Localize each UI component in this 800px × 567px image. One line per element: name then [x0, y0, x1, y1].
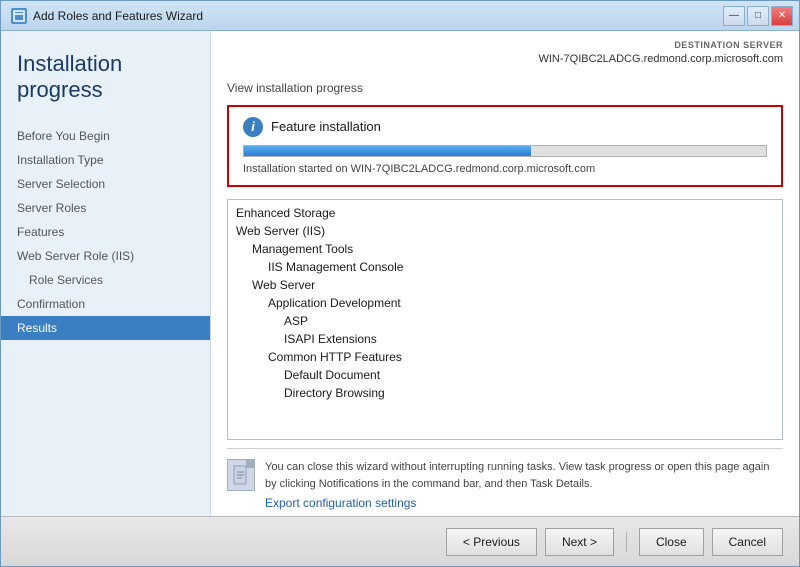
list-item: Enhanced Storage: [228, 204, 782, 222]
sidebar-item-before-you-begin[interactable]: Before You Begin: [1, 124, 210, 148]
content-area: Installation progress Before You BeginIn…: [1, 31, 799, 516]
list-item: ISAPI Extensions: [228, 330, 782, 348]
export-configuration-link[interactable]: Export configuration settings: [265, 496, 416, 510]
title-bar: Add Roles and Features Wizard — □ ✕: [1, 1, 799, 31]
main-window: Add Roles and Features Wizard — □ ✕ Inst…: [0, 0, 800, 567]
info-text-area: You can close this wizard without interr…: [265, 459, 783, 510]
nav-list: Before You BeginInstallation TypeServer …: [1, 124, 210, 340]
info-text: You can close this wizard without interr…: [265, 459, 783, 492]
button-separator: [626, 532, 627, 552]
window-close-button[interactable]: ✕: [771, 6, 793, 26]
cancel-button[interactable]: Cancel: [712, 528, 783, 556]
list-item: Directory Browsing: [228, 384, 782, 402]
feature-installation-box: i Feature installation Installation star…: [227, 105, 783, 187]
section-title: View installation progress: [227, 81, 783, 95]
list-item: IIS Management Console: [228, 258, 782, 276]
button-bar: < Previous Next > Close Cancel: [1, 516, 799, 566]
progress-text: Installation started on WIN-7QIBC2LADCG.…: [243, 163, 767, 175]
features-list[interactable]: Enhanced StorageWeb Server (IIS)Manageme…: [228, 200, 782, 439]
sidebar-item-server-selection[interactable]: Server Selection: [1, 172, 210, 196]
features-list-container: Enhanced StorageWeb Server (IIS)Manageme…: [227, 199, 783, 440]
sidebar-item-server-roles[interactable]: Server Roles: [1, 196, 210, 220]
list-item: Web Server (IIS): [228, 222, 782, 240]
sidebar-item-features[interactable]: Features: [1, 220, 210, 244]
list-item: Application Development: [228, 294, 782, 312]
list-item: ASP: [228, 312, 782, 330]
close-button[interactable]: Close: [639, 528, 704, 556]
maximize-button[interactable]: □: [747, 6, 769, 26]
list-item: Management Tools: [228, 240, 782, 258]
feature-title: Feature installation: [271, 119, 381, 134]
main-inner: View installation progress i Feature ins…: [211, 71, 799, 516]
document-icon: [227, 459, 255, 491]
next-button[interactable]: Next >: [545, 528, 614, 556]
feature-header: i Feature installation: [243, 117, 767, 137]
previous-button[interactable]: < Previous: [446, 528, 537, 556]
dest-server-name: WIN-7QIBC2LADCG.redmond.corp.microsoft.c…: [227, 52, 783, 67]
list-item: Web Server: [228, 276, 782, 294]
app-icon: [11, 8, 27, 24]
sidebar: Installation progress Before You BeginIn…: [1, 31, 211, 516]
sidebar-item-results[interactable]: Results: [1, 316, 210, 340]
window-title: Add Roles and Features Wizard: [33, 9, 203, 23]
sidebar-item-role-services[interactable]: Role Services: [1, 268, 210, 292]
progress-bar-fill: [244, 146, 531, 156]
sidebar-item-installation-type[interactable]: Installation Type: [1, 148, 210, 172]
minimize-button[interactable]: —: [723, 6, 745, 26]
main-content: DESTINATION SERVER WIN-7QIBC2LADCG.redmo…: [211, 31, 799, 516]
sidebar-item-confirmation[interactable]: Confirmation: [1, 292, 210, 316]
list-item: Common HTTP Features: [228, 348, 782, 366]
list-item: Default Document: [228, 366, 782, 384]
info-section: You can close this wizard without interr…: [227, 448, 783, 516]
dest-server-label: DESTINATION SERVER: [227, 39, 783, 52]
title-controls: — □ ✕: [723, 6, 793, 26]
sidebar-item-web-server-role[interactable]: Web Server Role (IIS): [1, 244, 210, 268]
progress-bar-container: [243, 145, 767, 157]
page-title: Installation progress: [1, 51, 210, 124]
title-bar-left: Add Roles and Features Wizard: [11, 8, 203, 24]
dest-server-bar: DESTINATION SERVER WIN-7QIBC2LADCG.redmo…: [211, 31, 799, 71]
info-icon: i: [243, 117, 263, 137]
